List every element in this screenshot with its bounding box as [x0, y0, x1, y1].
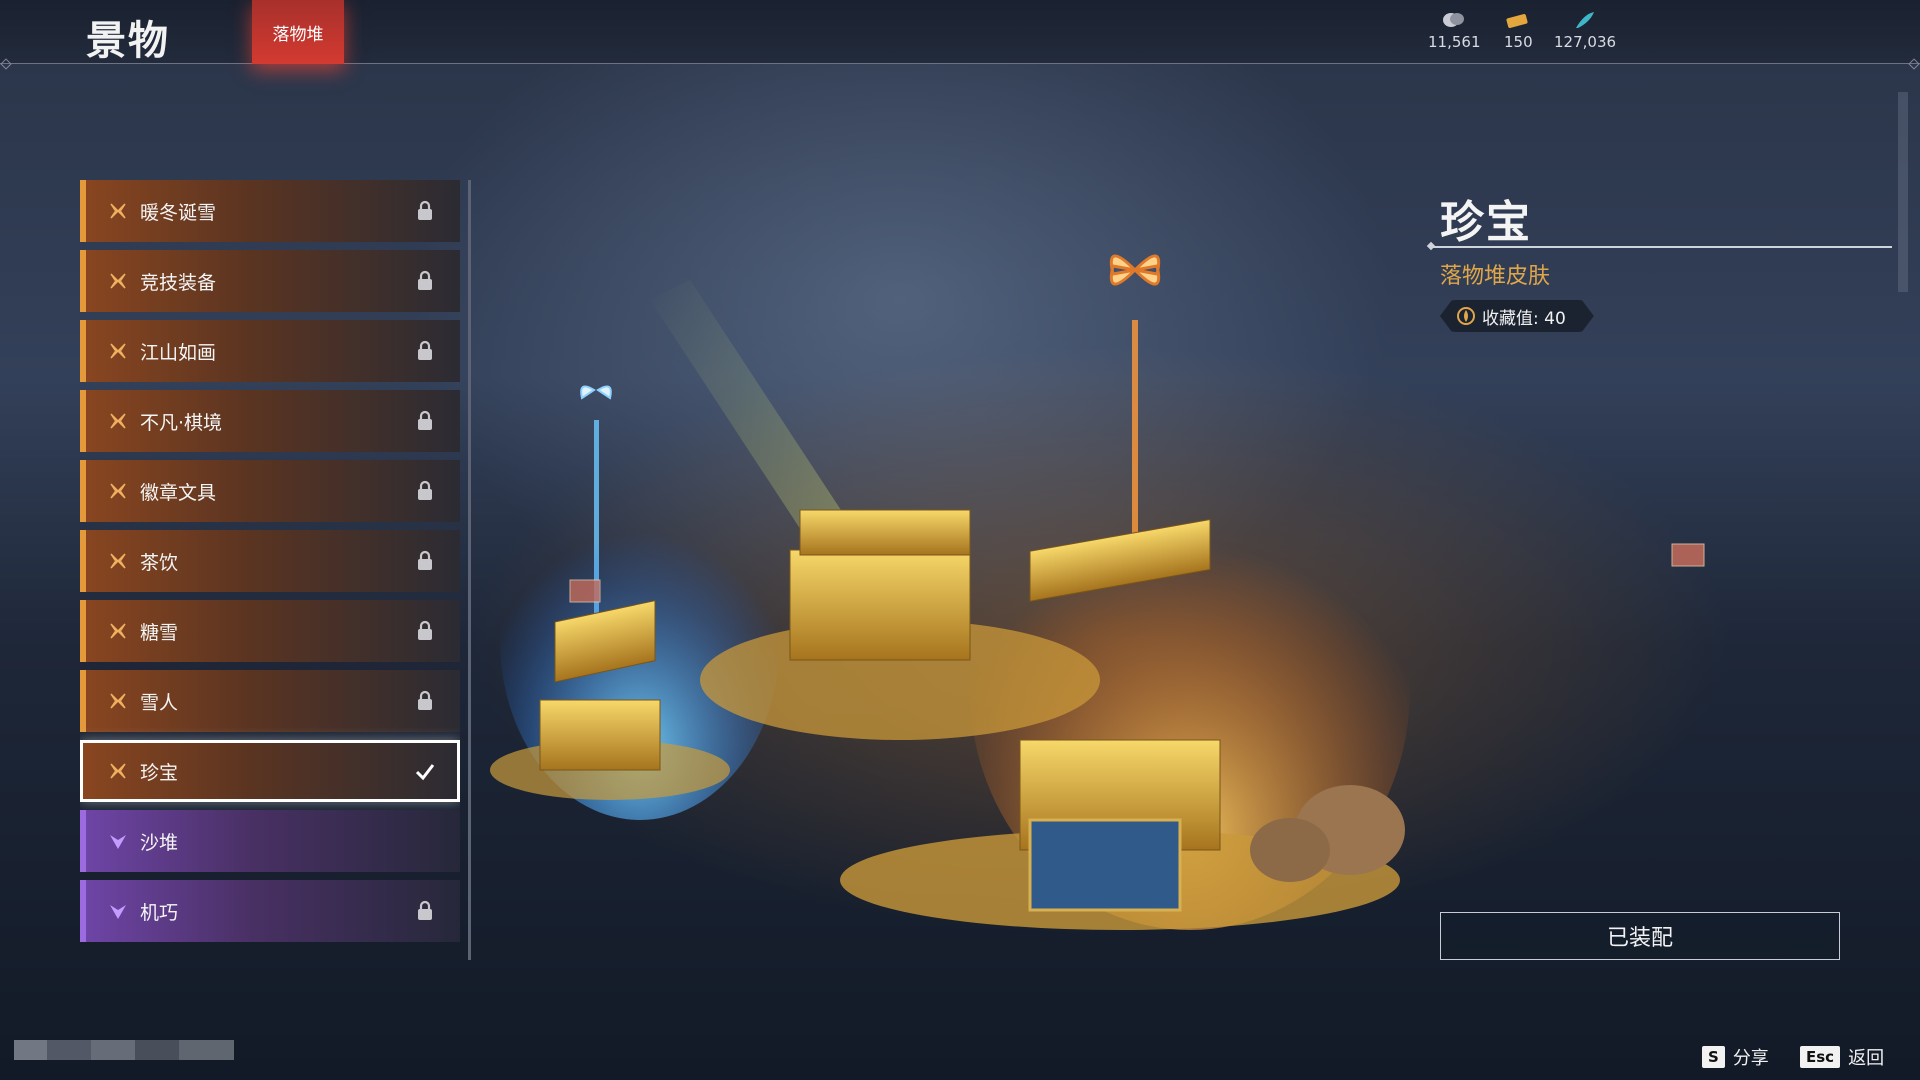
share-label: 分享 [1732, 1048, 1769, 1069]
collection-value-badge: 收藏值: 40 [1440, 300, 1594, 332]
feather-icon [1576, 12, 1595, 28]
rarity-bar [80, 600, 86, 662]
share-key: S [1702, 1046, 1725, 1068]
list-item-label: 机巧 [140, 901, 179, 924]
equipped-button[interactable]: 已装配 [1440, 912, 1840, 960]
list-item-label: 江山如画 [140, 341, 217, 364]
back-label: 返回 [1848, 1048, 1885, 1069]
coin-stack-icon [1443, 13, 1465, 27]
list-item[interactable]: 机巧 [80, 880, 460, 942]
list-item-label: 不凡·棋境 [140, 411, 223, 434]
currency-feathers-value: 127,036 [1554, 33, 1617, 51]
share-hint[interactable]: S 分享 [1702, 1044, 1769, 1070]
ticket-icon [1506, 14, 1528, 28]
collection-value-label: 收藏值: 40 [1482, 308, 1566, 329]
lock-icon [418, 480, 432, 500]
currency-tickets-value: 150 [1504, 33, 1533, 51]
list-item-label: 茶饮 [140, 551, 179, 574]
lock-icon [418, 620, 432, 640]
rarity-bar [80, 390, 86, 452]
rarity-bar [80, 180, 86, 242]
lock-icon [418, 900, 432, 920]
list-item[interactable]: 竞技装备 [80, 250, 460, 312]
list-item[interactable]: 江山如画 [80, 320, 460, 382]
list-item[interactable]: 珍宝 [80, 740, 460, 802]
detail-divider [1432, 246, 1892, 248]
list-item[interactable]: 雪人 [80, 670, 460, 732]
page-title: 景物 [86, 18, 170, 64]
lock-icon [418, 550, 432, 570]
rarity-bar [80, 320, 86, 382]
list-item[interactable]: 暖冬诞雪 [80, 180, 460, 242]
rarity-purple-icon [110, 905, 126, 919]
lock-icon [418, 410, 432, 430]
list-item-label: 沙堆 [140, 831, 179, 854]
list-item[interactable]: 茶饮 [80, 530, 460, 592]
tab-loot-pile[interactable]: 落物堆 [252, 0, 344, 64]
back-key: Esc [1800, 1046, 1841, 1068]
currency-feathers: 127,036 [1554, 10, 1616, 51]
rarity-bar [80, 810, 86, 872]
list-item-label: 竞技装备 [140, 271, 217, 294]
currency-coins: 11,561 [1428, 10, 1481, 51]
rarity-orange-icon [110, 273, 126, 289]
rarity-orange-icon [110, 483, 126, 499]
rarity-orange-icon [110, 763, 126, 779]
back-hint[interactable]: Esc 返回 [1800, 1044, 1884, 1070]
right-scrollbar[interactable] [1898, 92, 1908, 292]
lock-icon [418, 340, 432, 360]
player-id-blurred [14, 1040, 234, 1060]
list-item[interactable]: 沙堆 [80, 810, 460, 872]
rarity-orange-icon [110, 203, 126, 219]
currency-coins-value: 11,561 [1428, 33, 1481, 51]
currency-tickets: 150 [1504, 10, 1533, 51]
rarity-orange-icon [110, 343, 126, 359]
rarity-bar [80, 460, 86, 522]
list-item-label: 雪人 [140, 691, 179, 714]
rarity-orange-icon [110, 693, 126, 709]
list-item[interactable]: 糖雪 [80, 600, 460, 662]
list-item-label: 糖雪 [140, 621, 179, 644]
rarity-bar [80, 530, 86, 592]
floating-lantern-decor [1671, 543, 1705, 567]
list-item[interactable]: 不凡·棋境 [80, 390, 460, 452]
lock-icon [418, 270, 432, 290]
detail-subtitle: 落物堆皮肤 [1440, 264, 1551, 289]
rarity-orange-icon [110, 413, 126, 429]
collection-icon [1456, 306, 1476, 326]
list-item-label: 徽章文具 [140, 481, 217, 504]
lock-icon [418, 690, 432, 710]
rarity-purple-icon [110, 835, 126, 849]
checkmark-icon [416, 764, 434, 781]
skin-list: 暖冬诞雪竞技装备江山如画不凡·棋境徽章文具茶饮糖雪雪人珍宝沙堆机巧 [80, 180, 460, 960]
list-item[interactable]: 徽章文具 [80, 460, 460, 522]
treasure-scene-image [490, 254, 1410, 930]
list-item-label: 暖冬诞雪 [140, 201, 217, 224]
rarity-bar [80, 670, 86, 732]
rarity-bar [80, 880, 86, 942]
detail-title: 珍宝 [1440, 197, 1532, 248]
rarity-bar [80, 250, 86, 312]
list-item-label: 珍宝 [140, 761, 179, 784]
rarity-orange-icon [110, 623, 126, 639]
lock-icon [418, 200, 432, 220]
rarity-orange-icon [110, 553, 126, 569]
